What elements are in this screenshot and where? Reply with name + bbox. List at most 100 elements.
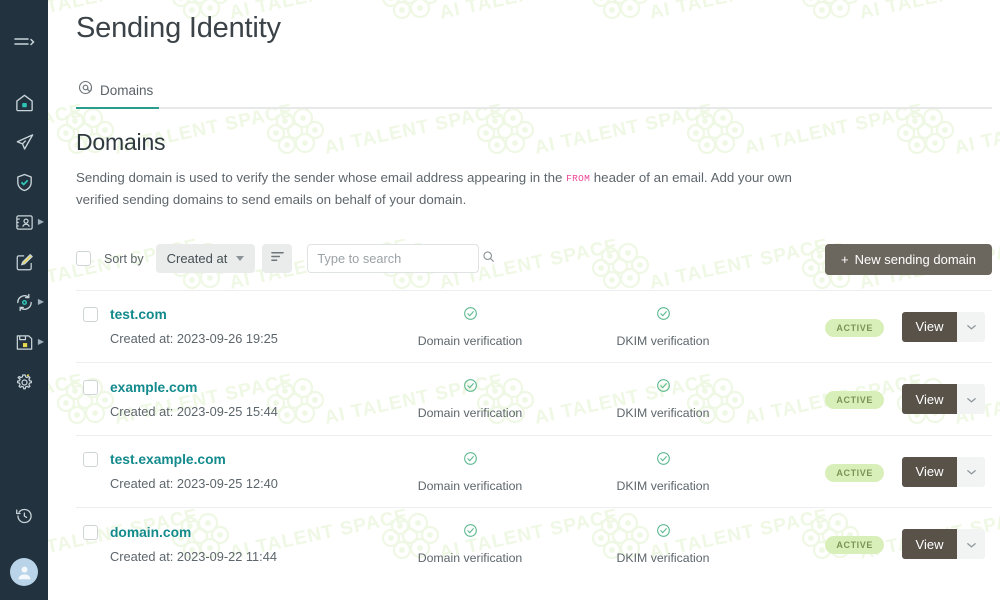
row-checkbox[interactable] bbox=[83, 452, 98, 468]
chevron-down-icon bbox=[966, 392, 977, 407]
tab-bar-baseline bbox=[76, 107, 992, 109]
domain-cell: test.com Created at: 2023-09-26 19:25 bbox=[76, 307, 376, 346]
domain-verification-label: Domain verification bbox=[417, 551, 523, 566]
user-avatar[interactable] bbox=[10, 558, 38, 586]
sidebar-item-automation[interactable]: ▶ bbox=[0, 282, 48, 322]
dkim-verification-cell: DKIM verification bbox=[589, 451, 737, 493]
domains-table: test.com Created at: 2023-09-26 19:25 Do… bbox=[76, 289, 992, 580]
status-badge: ACTIVE bbox=[825, 463, 884, 482]
row-actions-dropdown-button[interactable] bbox=[957, 311, 985, 342]
domain-cell: example.com Created at: 2023-09-25 15:44 bbox=[76, 379, 376, 419]
from-header-tag: FROM bbox=[566, 173, 591, 184]
view-button[interactable]: View bbox=[902, 311, 957, 342]
row-actions-dropdown-button[interactable] bbox=[957, 456, 985, 487]
sidebar-item-home[interactable] bbox=[0, 82, 48, 122]
sidebar-item-templates[interactable]: ▶ bbox=[0, 322, 48, 362]
search-icon bbox=[482, 250, 495, 268]
created-at-text: Created at: 2023-09-25 15:44 bbox=[110, 403, 278, 419]
row-checkbox[interactable] bbox=[83, 524, 98, 540]
dkim-verification-label: DKIM verification bbox=[616, 551, 710, 566]
sidebar: ▶ ▶ ▶ bbox=[0, 0, 48, 600]
chevron-down-icon bbox=[236, 256, 245, 262]
search-input[interactable] bbox=[317, 251, 483, 267]
hamburger-icon bbox=[13, 35, 35, 49]
tab-domains[interactable]: Domains bbox=[76, 80, 160, 109]
at-icon bbox=[78, 80, 93, 100]
sidebar-item-settings[interactable] bbox=[0, 362, 48, 402]
status-cell: ACTIVE bbox=[825, 463, 884, 482]
sort-by-label: Sort by bbox=[104, 251, 144, 266]
table-row[interactable]: domain.com Created at: 2023-09-22 11:44 … bbox=[76, 507, 992, 580]
section-title: Domains bbox=[76, 129, 166, 155]
check-circle-icon bbox=[463, 306, 478, 326]
main-content: Sending Identity Domains Domains Sending… bbox=[48, 0, 1000, 600]
tab-active-indicator bbox=[76, 106, 160, 109]
view-button[interactable]: View bbox=[902, 529, 957, 560]
status-badge: ACTIVE bbox=[825, 318, 884, 337]
sort-field-select[interactable]: Created at bbox=[155, 244, 256, 274]
row-actions-dropdown-button[interactable] bbox=[957, 529, 985, 560]
chevron-right-icon: ▶ bbox=[37, 297, 44, 306]
status-cell: ACTIVE bbox=[825, 318, 884, 337]
domain-verification-cell: Domain verification bbox=[396, 378, 544, 420]
domain-verification-cell: Domain verification bbox=[396, 451, 544, 493]
sidebar-item-verification[interactable] bbox=[0, 162, 48, 202]
check-circle-icon bbox=[656, 378, 671, 398]
check-circle-icon bbox=[463, 378, 478, 398]
sidebar-item-contacts[interactable]: ▶ bbox=[0, 202, 48, 242]
domain-cell: test.example.com Created at: 2023-09-25 … bbox=[76, 452, 376, 491]
row-checkbox[interactable] bbox=[83, 379, 98, 395]
history-icon bbox=[14, 506, 34, 526]
domain-link[interactable]: domain.com bbox=[110, 525, 277, 540]
sort-descending-icon bbox=[270, 250, 285, 268]
gear-icon bbox=[14, 372, 35, 393]
created-at-text: Created at: 2023-09-26 19:25 bbox=[110, 331, 278, 347]
section-description: Sending domain is used to verify the sen… bbox=[76, 167, 836, 211]
domain-link[interactable]: example.com bbox=[110, 380, 278, 395]
row-actions: View bbox=[902, 529, 985, 560]
table-row[interactable]: test.example.com Created at: 2023-09-25 … bbox=[76, 434, 992, 508]
dkim-verification-cell: DKIM verification bbox=[589, 523, 737, 565]
app-window: AI TALENT SPACEAI TALENT SPACEAI TALENT … bbox=[0, 0, 1000, 600]
sort-direction-button[interactable] bbox=[262, 244, 293, 274]
chevron-down-icon bbox=[966, 464, 977, 479]
domain-verification-cell: Domain verification bbox=[396, 523, 544, 565]
row-actions: View bbox=[902, 384, 985, 415]
dkim-verification-cell: DKIM verification bbox=[589, 306, 737, 348]
dkim-verification-cell: DKIM verification bbox=[589, 378, 737, 420]
domain-link[interactable]: test.example.com bbox=[110, 452, 278, 467]
folder-icon bbox=[14, 332, 35, 353]
table-row[interactable]: example.com Created at: 2023-09-25 15:44… bbox=[76, 362, 992, 435]
view-button[interactable]: View bbox=[902, 456, 957, 487]
sidebar-item-history[interactable] bbox=[0, 496, 48, 536]
sidebar-item-menu-toggle[interactable] bbox=[0, 22, 48, 62]
row-actions: View bbox=[902, 456, 985, 487]
domain-verification-cell: Domain verification bbox=[396, 306, 544, 348]
table-row[interactable]: test.com Created at: 2023-09-26 19:25 Do… bbox=[76, 289, 992, 363]
new-sending-domain-button[interactable]: + New sending domain bbox=[825, 243, 992, 275]
sort-field-value: Created at bbox=[166, 251, 228, 267]
row-actions: View bbox=[902, 311, 985, 342]
sidebar-item-campaigns[interactable] bbox=[0, 122, 48, 162]
status-badge: ACTIVE bbox=[825, 391, 884, 410]
domain-verification-label: Domain verification bbox=[417, 406, 523, 421]
domain-info: test.example.com Created at: 2023-09-25 … bbox=[110, 452, 278, 491]
created-at-text: Created at: 2023-09-25 12:40 bbox=[110, 476, 278, 492]
created-at-text: Created at: 2023-09-22 11:44 bbox=[110, 548, 277, 564]
check-circle-icon bbox=[463, 451, 478, 471]
row-checkbox[interactable] bbox=[83, 307, 98, 323]
chevron-down-icon bbox=[966, 319, 977, 334]
paper-plane-icon bbox=[14, 132, 35, 153]
home-icon bbox=[14, 92, 35, 113]
search-box[interactable] bbox=[307, 244, 495, 274]
check-circle-icon bbox=[656, 523, 671, 543]
check-circle-icon bbox=[656, 451, 671, 471]
sidebar-item-compose[interactable] bbox=[0, 242, 48, 282]
shield-check-icon bbox=[14, 172, 35, 193]
view-button[interactable]: View bbox=[902, 384, 957, 415]
select-all-checkbox[interactable] bbox=[76, 251, 91, 267]
row-actions-dropdown-button[interactable] bbox=[957, 384, 985, 415]
domain-link[interactable]: test.com bbox=[110, 307, 278, 322]
plus-icon: + bbox=[841, 251, 849, 267]
tab-domains-label: Domains bbox=[100, 82, 154, 98]
